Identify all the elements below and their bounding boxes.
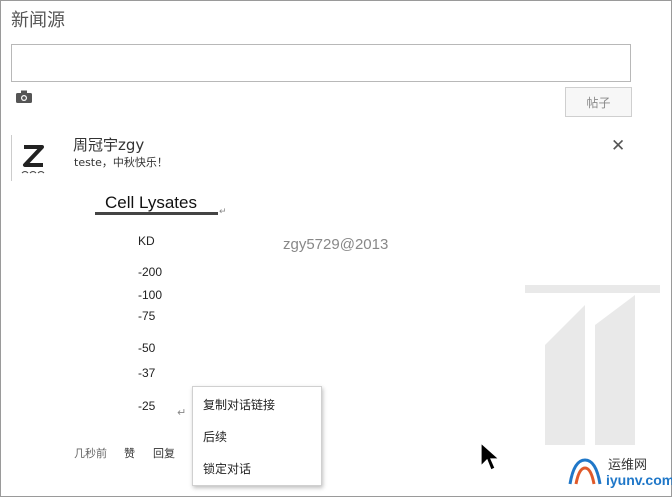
site-logo-icon [568,458,602,485]
marker-label: -25 [138,399,156,413]
return-mark-icon: ↵ [177,406,187,419]
camera-icon[interactable] [16,90,32,103]
post-author[interactable]: 周冠宇zgy [73,134,144,155]
background-watermark-graphic [525,285,660,445]
marker-label: -50 [138,341,156,355]
image-watermark: zgy5729@2013 [283,236,389,253]
feed-title: 新闻源 [11,10,65,31]
image-heading: Cell Lysates [105,193,197,212]
marker-label: -37 [138,366,156,380]
reply-link[interactable]: 回复 [153,445,175,461]
post-composer-input[interactable] [11,44,631,82]
unit-label: KD [138,234,155,248]
menu-item-copy-link[interactable]: 复制对话链接 [203,396,275,413]
menu-item-follow[interactable]: 后续 [203,428,227,445]
menu-item-lock-conversation[interactable]: 锁定对话 [203,460,251,477]
marker-label: -100 [138,288,163,302]
marker-label: -75 [138,309,156,323]
heading-underline [95,212,218,215]
avatar[interactable] [11,135,54,181]
context-menu: 复制对话链接 后续 锁定对话 [192,386,322,486]
post-button[interactable]: 帖子 [565,87,632,117]
return-mark-icon: ↵ [219,207,227,217]
like-link[interactable]: 赞 [124,445,135,461]
post-message: teste，中秋快乐！ [74,156,168,169]
mouse-cursor-icon [480,442,500,471]
marker-label: -200 [138,265,163,279]
site-logo-cn: 运维网 [608,458,648,473]
site-logo: 运维网 iyunv.com [562,452,672,492]
close-icon[interactable]: ✕ [611,136,625,156]
site-logo-en: iyunv.com [606,472,672,488]
post-timestamp: 几秒前 [74,447,107,460]
